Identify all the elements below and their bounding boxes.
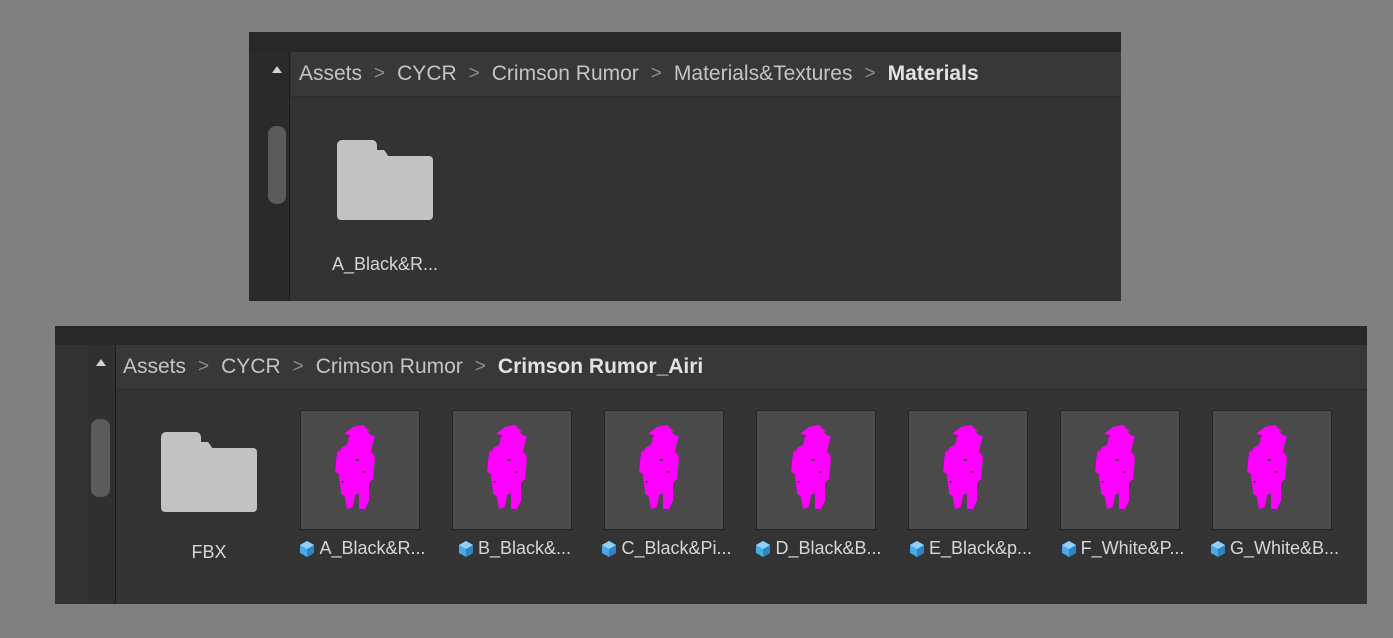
asset-folder-fbx[interactable]: FBX	[144, 432, 274, 563]
vertical-scrollbar[interactable]	[249, 52, 290, 301]
asset-label-row: A_Black&R...	[292, 538, 432, 559]
breadcrumb: Assets > CYCR > Crimson Rumor > Crimson …	[116, 345, 1367, 390]
asset-label-row: G_White&B...	[1204, 538, 1344, 559]
asset-label-row: F_White&P...	[1052, 538, 1192, 559]
prefab-cube-icon	[756, 540, 771, 557]
breadcrumb-assets[interactable]: Assets	[299, 62, 362, 86]
breadcrumb-cycr[interactable]: CYCR	[397, 62, 457, 86]
breadcrumb-separator-chevron-icon: >	[198, 356, 210, 377]
breadcrumb-crimson-rumor[interactable]: Crimson Rumor	[492, 62, 639, 86]
asset-label: F_White&P...	[1080, 538, 1185, 558]
breadcrumb-separator-chevron-icon: >	[474, 356, 486, 377]
scroll-up-arrow-icon[interactable]	[272, 66, 282, 73]
breadcrumb-assets[interactable]: Assets	[123, 355, 186, 379]
folder-icon	[161, 432, 257, 512]
breadcrumb-separator-chevron-icon: >	[374, 63, 386, 84]
folder-icon	[337, 140, 433, 220]
panel-header-strip	[249, 32, 1121, 52]
scrollbar-thumb[interactable]	[91, 419, 110, 497]
breadcrumb-cycr[interactable]: CYCR	[221, 355, 281, 379]
breadcrumb-separator-chevron-icon: >	[468, 63, 480, 84]
missing-material-character-silhouette-icon	[1247, 425, 1287, 509]
missing-material-character-silhouette-icon	[335, 425, 375, 509]
asset-label-row: D_Black&B...	[748, 538, 888, 559]
breadcrumb-current-materials[interactable]: Materials	[888, 62, 979, 86]
asset-label: C_Black&Pi...	[621, 538, 732, 558]
asset-label-row: B_Black&...	[444, 538, 584, 559]
asset-grid: FBX A_Black&R... B_Black&... C_Black&Pi.…	[116, 390, 1367, 604]
asset-label: A_Black&R...	[319, 538, 426, 558]
breadcrumb-crimson-rumor[interactable]: Crimson Rumor	[316, 355, 463, 379]
scrollbar-thumb[interactable]	[268, 126, 286, 204]
breadcrumb-separator-chevron-icon: >	[292, 356, 304, 377]
prefab-thumbnail	[1060, 410, 1180, 530]
missing-material-character-silhouette-icon	[639, 425, 679, 509]
asset-label: D_Black&B...	[775, 538, 882, 558]
breadcrumb-separator-chevron-icon: >	[650, 63, 662, 84]
asset-grid: A_Black&R...	[291, 97, 1121, 301]
missing-material-character-silhouette-icon	[1095, 425, 1135, 509]
prefab-cube-icon	[1061, 540, 1076, 557]
prefab-cube-icon	[1210, 540, 1225, 557]
prefab-cube-icon	[458, 540, 473, 557]
breadcrumb-current-crimson-rumor-airi[interactable]: Crimson Rumor_Airi	[498, 355, 703, 379]
asset-label: E_Black&p...	[928, 538, 1033, 558]
vertical-scrollbar[interactable]	[55, 345, 116, 604]
missing-material-character-silhouette-icon	[943, 425, 983, 509]
missing-material-character-silhouette-icon	[487, 425, 527, 509]
prefab-thumbnail	[604, 410, 724, 530]
scroll-up-arrow-icon[interactable]	[96, 359, 106, 366]
panel-header-strip	[55, 326, 1367, 345]
prefab-cube-icon	[602, 540, 617, 557]
asset-folder-a-black-r[interactable]: A_Black&R...	[320, 140, 450, 275]
prefab-cube-icon	[909, 540, 924, 557]
project-browser-panel-top: Assets > CYCR > Crimson Rumor > Material…	[249, 32, 1121, 301]
prefab-thumbnail	[452, 410, 572, 530]
asset-label: B_Black&...	[477, 538, 572, 558]
asset-label-row: C_Black&Pi...	[596, 538, 736, 559]
prefab-cube-icon	[300, 540, 315, 557]
prefab-thumbnail	[1212, 410, 1332, 530]
breadcrumb: Assets > CYCR > Crimson Rumor > Material…	[291, 52, 1121, 97]
asset-label: G_White&B...	[1229, 538, 1340, 558]
breadcrumb-materials-textures[interactable]: Materials&Textures	[674, 62, 853, 86]
project-browser-panel-bottom: Assets > CYCR > Crimson Rumor > Crimson …	[55, 326, 1367, 604]
prefab-thumbnail	[908, 410, 1028, 530]
asset-label: A_Black&R...	[331, 254, 439, 274]
prefab-thumbnail	[300, 410, 420, 530]
breadcrumb-separator-chevron-icon: >	[864, 63, 876, 84]
asset-label-row: E_Black&p...	[900, 538, 1040, 559]
missing-material-character-silhouette-icon	[791, 425, 831, 509]
prefab-thumbnail	[756, 410, 876, 530]
asset-label: FBX	[191, 542, 227, 562]
